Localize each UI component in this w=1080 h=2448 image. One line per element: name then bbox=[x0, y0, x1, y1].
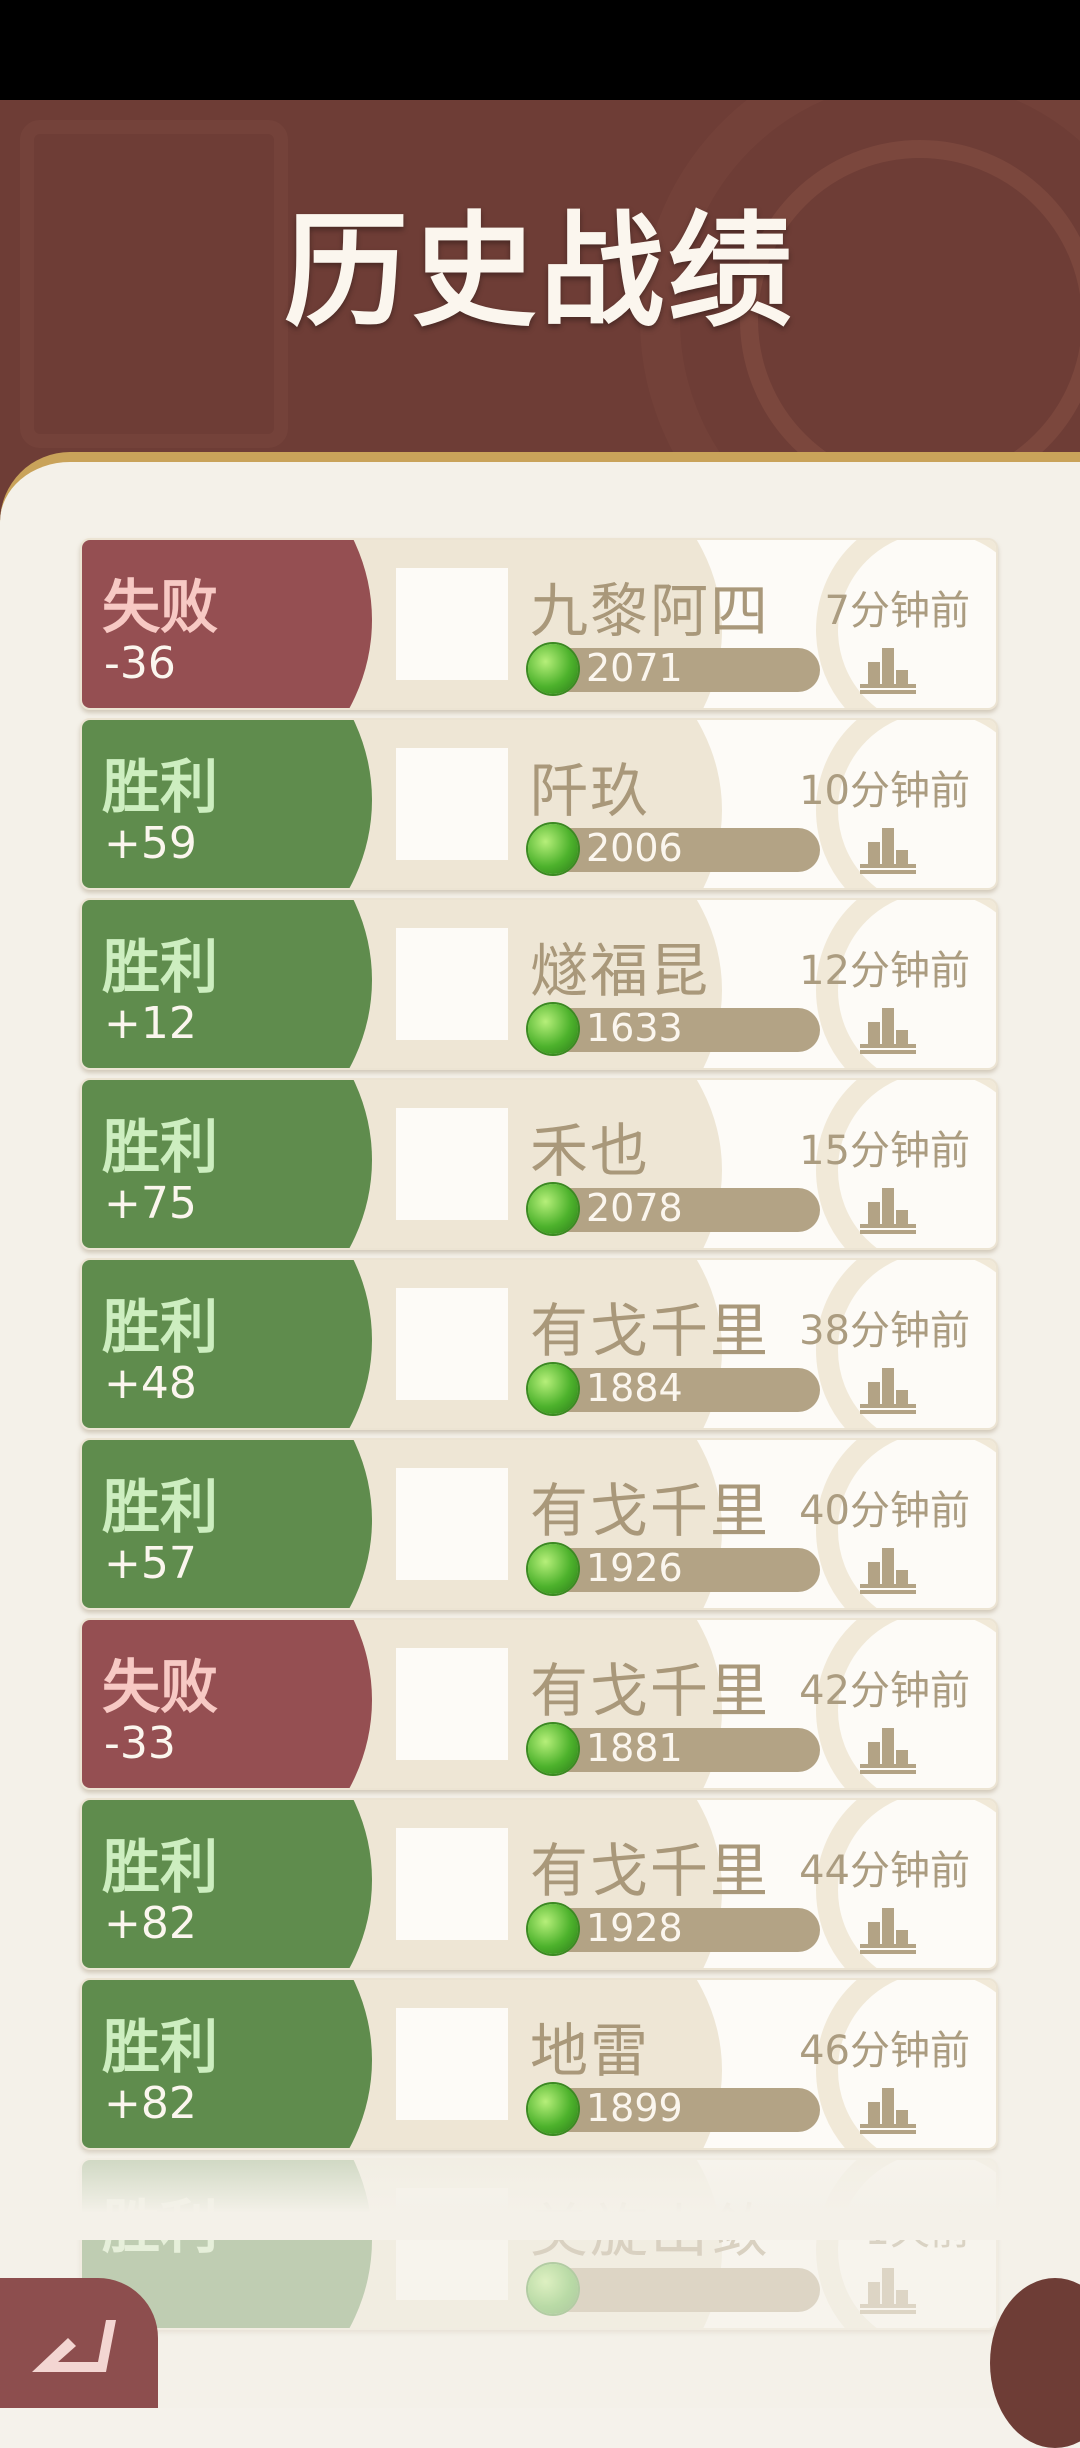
green-gem-icon bbox=[528, 824, 578, 874]
green-gem-icon bbox=[528, 1544, 578, 1594]
match-time: 12分钟前 bbox=[799, 938, 970, 996]
opponent-avatar bbox=[396, 1468, 508, 1580]
match-time: 46分钟前 bbox=[799, 2018, 970, 2076]
green-gem-icon bbox=[528, 644, 578, 694]
bar-chart-icon[interactable] bbox=[858, 820, 918, 874]
opponent-name: 有戈千里 bbox=[530, 1284, 770, 1368]
result-label: 胜利 bbox=[102, 2000, 218, 2084]
score-delta: +48 bbox=[104, 1358, 197, 1409]
green-gem-icon bbox=[528, 1184, 578, 1234]
green-gem-icon bbox=[528, 1004, 578, 1054]
result-label: 失败 bbox=[102, 1640, 218, 1724]
result-label: 胜利 bbox=[102, 1280, 218, 1364]
opponent-score: 2006 bbox=[586, 826, 683, 870]
match-time: 10分钟前 bbox=[799, 758, 970, 816]
opponent-avatar bbox=[396, 1648, 508, 1760]
score-delta: +75 bbox=[104, 1178, 197, 1229]
page-title: 历史战绩 bbox=[0, 170, 1080, 350]
opponent-score: 1633 bbox=[586, 1006, 683, 1050]
back-button[interactable] bbox=[0, 2278, 158, 2408]
opponent-name: 地雷 bbox=[530, 2004, 650, 2088]
match-row[interactable]: 胜利 +12 燧福昆 12分钟前 1633 bbox=[80, 898, 998, 1070]
bar-chart-icon[interactable] bbox=[858, 1360, 918, 1414]
opponent-avatar bbox=[396, 568, 508, 680]
bar-chart-icon[interactable] bbox=[858, 2260, 918, 2314]
opponent-avatar bbox=[396, 1288, 508, 1400]
opponent-name: 有戈千里 bbox=[530, 1824, 770, 1908]
match-time: 44分钟前 bbox=[799, 1838, 970, 1896]
bar-chart-icon[interactable] bbox=[858, 1000, 918, 1054]
match-row[interactable]: 胜利 +82 有戈千里 44分钟前 1928 bbox=[80, 1798, 998, 1970]
green-gem-icon bbox=[528, 2084, 578, 2134]
green-gem-icon bbox=[528, 1724, 578, 1774]
opponent-avatar bbox=[396, 928, 508, 1040]
green-gem-icon bbox=[528, 1904, 578, 1954]
opponent-avatar bbox=[396, 748, 508, 860]
score-delta: +59 bbox=[104, 818, 197, 869]
opponent-score: 1899 bbox=[586, 2086, 683, 2130]
back-arrow-icon bbox=[28, 2316, 118, 2376]
status-bar bbox=[0, 0, 1080, 100]
result-label: 胜利 bbox=[102, 1820, 218, 1904]
score-delta: +82 bbox=[104, 1898, 197, 1949]
match-row[interactable]: 失败 -36 九黎阿四 7分钟前 2071 bbox=[80, 538, 998, 710]
opponent-name: 禾也 bbox=[530, 1104, 650, 1188]
list-fade bbox=[0, 2150, 1080, 2240]
score-delta: +12 bbox=[104, 998, 197, 1049]
bar-chart-icon[interactable] bbox=[858, 1720, 918, 1774]
match-row[interactable]: 胜利 +48 有戈千里 38分钟前 1884 bbox=[80, 1258, 998, 1430]
opponent-score: 1884 bbox=[586, 1366, 683, 1410]
green-gem-icon bbox=[528, 2264, 578, 2314]
match-time: 42分钟前 bbox=[799, 1658, 970, 1716]
opponent-score: 2071 bbox=[586, 646, 683, 690]
green-gem-icon bbox=[528, 1364, 578, 1414]
score-delta: -33 bbox=[104, 1718, 176, 1769]
opponent-avatar bbox=[396, 2008, 508, 2120]
opponent-avatar bbox=[396, 1828, 508, 1940]
opponent-score: 1881 bbox=[586, 1726, 683, 1770]
opponent-name: 阡玖 bbox=[530, 744, 650, 828]
bar-chart-icon[interactable] bbox=[858, 2080, 918, 2134]
score-delta: -36 bbox=[104, 638, 176, 689]
match-time: 7分钟前 bbox=[825, 578, 970, 636]
match-row[interactable]: 胜利 +75 禾也 15分钟前 2078 bbox=[80, 1078, 998, 1250]
opponent-name: 有戈千里 bbox=[530, 1644, 770, 1728]
opponent-name: 有戈千里 bbox=[530, 1464, 770, 1548]
match-row[interactable]: 胜利 +57 有戈千里 40分钟前 1926 bbox=[80, 1438, 998, 1610]
opponent-name: 九黎阿四 bbox=[530, 564, 770, 648]
result-label: 胜利 bbox=[102, 920, 218, 1004]
bar-chart-icon[interactable] bbox=[858, 1900, 918, 1954]
match-time: 38分钟前 bbox=[799, 1298, 970, 1356]
opponent-score: 1928 bbox=[586, 1906, 683, 1950]
score-delta: +82 bbox=[104, 2078, 197, 2129]
bar-chart-icon[interactable] bbox=[858, 1180, 918, 1234]
result-label: 失败 bbox=[102, 560, 218, 644]
score-delta: +57 bbox=[104, 1538, 197, 1589]
result-label: 胜利 bbox=[102, 740, 218, 824]
match-time: 15分钟前 bbox=[799, 1118, 970, 1176]
result-label: 胜利 bbox=[102, 1460, 218, 1544]
result-label: 胜利 bbox=[102, 1100, 218, 1184]
match-row[interactable]: 胜利 +82 地雷 46分钟前 1899 bbox=[80, 1978, 998, 2150]
match-row[interactable]: 失败 -33 有戈千里 42分钟前 1881 bbox=[80, 1618, 998, 1790]
opponent-name: 燧福昆 bbox=[530, 924, 710, 1008]
match-history-list[interactable]: 失败 -36 九黎阿四 7分钟前 2071 胜利 +59 阡玖 10分钟前 20… bbox=[80, 538, 998, 2338]
opponent-score: 2078 bbox=[586, 1186, 683, 1230]
opponent-avatar bbox=[396, 1108, 508, 1220]
match-row[interactable]: 胜利 +59 阡玖 10分钟前 2006 bbox=[80, 718, 998, 890]
bar-chart-icon[interactable] bbox=[858, 640, 918, 694]
bar-chart-icon[interactable] bbox=[858, 1540, 918, 1594]
match-time: 40分钟前 bbox=[799, 1478, 970, 1536]
opponent-score: 1926 bbox=[586, 1546, 683, 1590]
